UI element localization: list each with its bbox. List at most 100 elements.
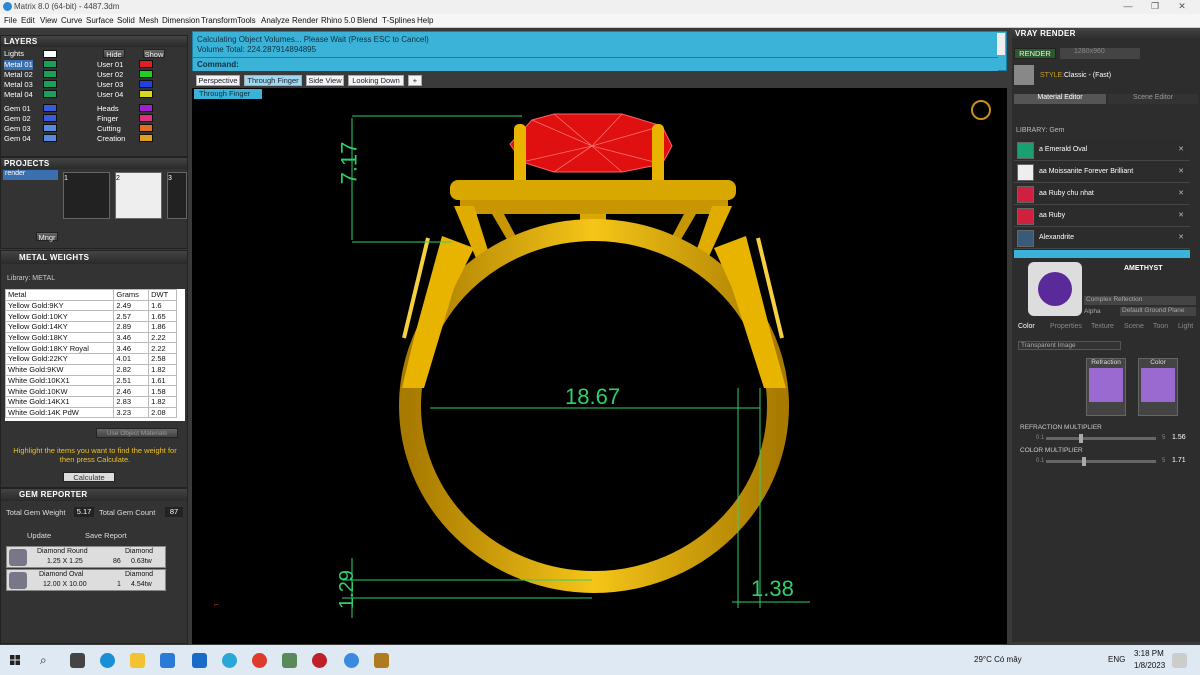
matrix-icon[interactable] [374,653,389,668]
layer-row[interactable]: Lights [4,49,24,59]
menu-dimension[interactable]: Dimension [162,16,200,25]
table-row[interactable]: Yellow Gold:18KY 3.46 2.22 [5,331,177,344]
menu-rhino[interactable]: Rhino 5.0 [321,16,355,25]
material-item[interactable]: Alexandrite ✕ [1014,228,1190,249]
show-button[interactable]: Show [143,49,165,59]
menu-surface[interactable]: Surface [86,16,114,25]
layer-color-swatch[interactable] [139,90,153,98]
language-indicator[interactable]: ENG [1108,655,1125,664]
selected-material-bar[interactable] [1014,250,1190,258]
layer-color-swatch[interactable] [139,124,153,132]
material-item[interactable]: a Emerald Oval ✕ [1014,140,1190,161]
file-explorer-icon[interactable] [130,653,145,668]
transparent-image-select[interactable]: Transparent Image [1018,341,1121,350]
render-button[interactable]: RENDER [1014,48,1056,59]
gem-row[interactable]: Diamond Round 1.25 X 1.25 Diamond 86 0.6… [6,546,166,568]
table-row[interactable]: Yellow Gold:18KY Royal 3.46 2.22 [5,342,177,355]
table-row[interactable]: White Gold:9KW 2.82 1.82 [5,363,177,376]
chrome-icon[interactable] [252,653,267,668]
menu-blend[interactable]: Blend [357,16,377,25]
material-item[interactable]: aa Ruby ✕ [1014,206,1190,227]
menu-view[interactable]: View [40,16,57,25]
table-row[interactable]: White Gold:10KX1 2.51 1.61 [5,374,177,387]
menu-edit[interactable]: Edit [21,16,35,25]
resolution-field[interactable]: 1280x960 [1060,48,1140,59]
layer-color-swatch[interactable] [43,50,57,58]
close-button[interactable]: ✕ [1172,1,1192,12]
layer-color-swatch[interactable] [43,70,57,78]
project-thumb-1[interactable]: 1 [63,172,110,219]
menu-tools[interactable]: Tools [237,16,256,25]
menu-render[interactable]: Render [292,16,318,25]
table-row[interactable]: Yellow Gold:10KY 2.57 1.65 [5,310,177,323]
layer-color-swatch[interactable] [139,60,153,68]
menu-mesh[interactable]: Mesh [139,16,159,25]
update-button[interactable]: Update [27,531,51,540]
layer-row[interactable]: Creation [97,134,125,144]
tab-side-view[interactable]: Side View [306,75,344,86]
menu-analyze[interactable]: Analyze [261,16,289,25]
layer-row[interactable]: User 03 [97,80,123,90]
rhino-icon[interactable] [282,653,297,668]
mail-icon[interactable] [192,653,207,668]
layer-row[interactable]: User 02 [97,70,123,80]
menu-file[interactable]: File [4,16,17,25]
layer-row[interactable]: Metal 04 [4,90,33,100]
project-item[interactable]: render [3,170,58,180]
ring-icon[interactable] [971,100,991,120]
start-icon[interactable] [10,655,20,665]
table-row[interactable]: Yellow Gold:14KY 2.89 1.86 [5,321,177,333]
layer-color-swatch[interactable] [43,104,57,112]
edge-icon[interactable] [100,653,115,668]
menu-solid[interactable]: Solid [117,16,135,25]
material-item[interactable]: aa Moissanite Forever Brilliant ✕ [1014,162,1190,183]
add-tab-button[interactable]: + [408,75,422,86]
layer-color-swatch[interactable] [139,134,153,142]
app-icon-blue[interactable] [222,653,237,668]
command-scrollbar[interactable] [997,33,1005,55]
subtab-texture[interactable]: Texture [1091,323,1114,330]
layer-color-swatch[interactable] [139,104,153,112]
subtab-color[interactable]: Color [1018,323,1035,330]
clock-date[interactable]: 1/8/2023 [1134,661,1165,670]
command-input[interactable]: Command: [193,57,998,71]
gem-row[interactable]: Diamond Oval 12.00 X 10.00 Diamond 1 4.5… [6,569,166,591]
layer-row[interactable]: User 04 [97,90,123,100]
layer-row[interactable]: Gem 04 [4,134,31,144]
hide-button[interactable]: Hide [103,49,125,59]
table-row[interactable]: White Gold:14KX1 2.83 1.82 [5,395,177,408]
tab-perspective[interactable]: Perspective [196,75,240,86]
layer-row[interactable]: Metal 01 [4,60,33,70]
complex-reflection-select[interactable]: Complex Reflection [1084,296,1196,305]
maximize-button[interactable]: ❐ [1145,1,1165,12]
menu-transform[interactable]: Transform [201,16,237,25]
table-row[interactable]: White Gold:10KW 2.46 1.58 [5,385,177,397]
layer-row[interactable]: Gem 03 [4,124,31,134]
notification-icon[interactable] [1172,653,1187,668]
save-report-button[interactable]: Save Report [85,531,127,540]
calculate-button[interactable]: Calculate [63,472,115,482]
zalo-icon[interactable] [344,653,359,668]
refraction-value[interactable]: 1.56 [1172,434,1186,441]
layer-row[interactable]: Cutting [97,124,121,134]
subtab-scene[interactable]: Scene [1124,323,1144,330]
color-value[interactable]: 1.71 [1172,457,1186,464]
layer-row[interactable]: Finger [97,114,118,124]
style-select[interactable]: Classic - (Fast) [1064,72,1111,79]
layer-color-swatch[interactable] [139,70,153,78]
clock-time[interactable]: 3:18 PM [1134,649,1164,658]
layer-color-swatch[interactable] [43,134,57,142]
tab-looking-down[interactable]: Looking Down [348,75,404,86]
layer-color-swatch[interactable] [139,80,153,88]
menu-curve[interactable]: Curve [61,16,82,25]
viewport[interactable]: Through Finger 7.17 18.67 1.29 1.38 ⌐ [192,88,1007,644]
subtab-toon[interactable]: Toon [1153,323,1168,330]
layer-row[interactable]: Gem 01 [4,104,31,114]
layer-color-swatch[interactable] [43,124,57,132]
layer-row[interactable]: Metal 02 [4,70,33,80]
layer-row[interactable]: Gem 02 [4,114,31,124]
layer-row[interactable]: Metal 03 [4,80,33,90]
manager-button[interactable]: Mngr [36,232,58,242]
refraction-slot[interactable]: Refraction [1086,358,1126,416]
task-view-icon[interactable] [70,653,85,668]
